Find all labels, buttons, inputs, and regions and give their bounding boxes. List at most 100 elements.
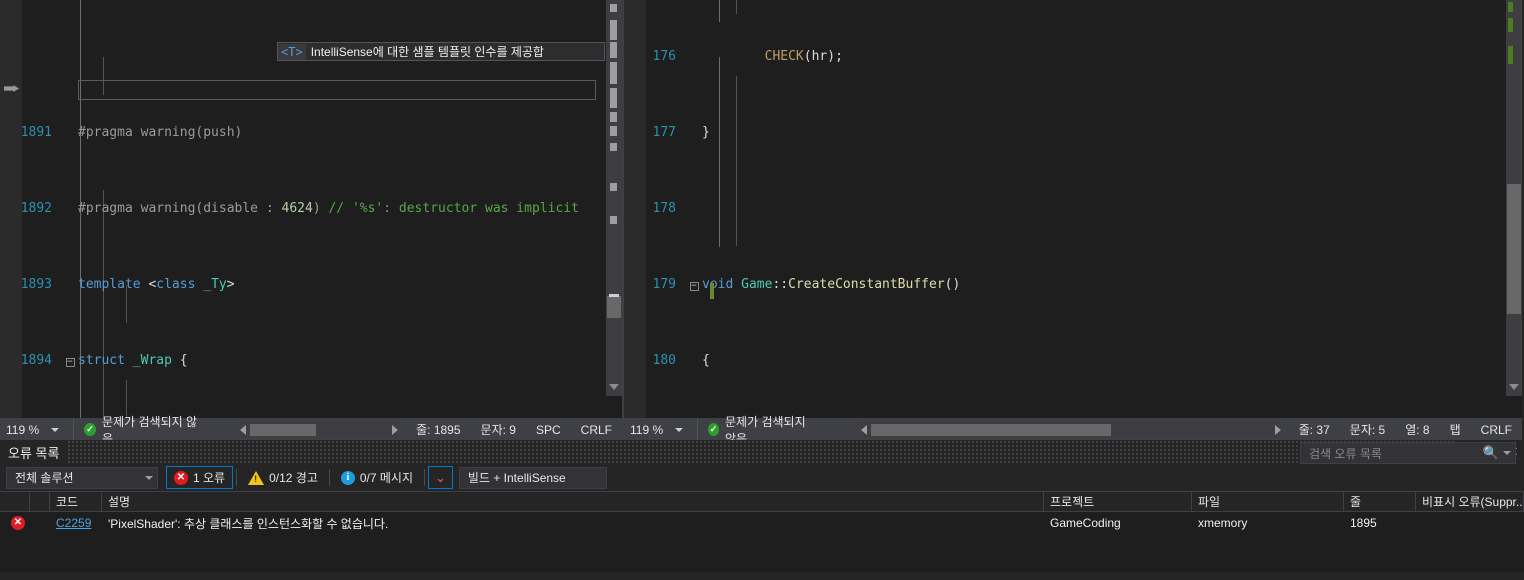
code-line[interactable]: 179 − void Game::CreateConstantBuffer() xyxy=(624,275,1522,294)
editor-pane-right[interactable]: 176 CHECK(hr); 177 } 178 179 − void Game… xyxy=(624,0,1522,440)
info-icon: i xyxy=(340,470,355,485)
line-text: } xyxy=(702,125,710,140)
clear-filter-button[interactable]: ⌄ xyxy=(428,466,453,489)
error-icon: ✕ xyxy=(174,470,188,485)
editor-pane-left[interactable]: 1891 #pragma warning(push) 1892 #pragma … xyxy=(0,0,624,440)
errors-toggle-button[interactable]: ✕ 1 오류 xyxy=(166,466,234,489)
row-line: 1895 xyxy=(1350,516,1377,530)
intellisense-tooltip[interactable]: <T> IntelliSense에 대한 샘플 템플릿 인수를 제공합 xyxy=(277,42,605,61)
col-project[interactable]: 프로젝트 xyxy=(1044,491,1192,512)
scroll-down-arrow-icon[interactable] xyxy=(1509,384,1519,390)
hscroll-thumb[interactable] xyxy=(250,423,317,436)
scrollbar-thumb[interactable] xyxy=(607,296,621,318)
toolbar-separator xyxy=(236,469,238,486)
chevron-down-icon[interactable] xyxy=(1503,451,1511,455)
scroll-left-arrow-icon[interactable] xyxy=(240,424,247,435)
indent-mode-indicator[interactable]: SPC xyxy=(526,423,571,437)
code-line[interactable]: 176 CHECK(hr); xyxy=(624,47,1522,66)
error-list-empty-area xyxy=(0,534,1524,572)
eol-indicator-left[interactable]: CRLF xyxy=(571,423,622,437)
row-severity-icon: ✕ xyxy=(0,512,30,534)
code-surface-right[interactable]: 176 CHECK(hr); 177 } 178 179 − void Game… xyxy=(624,0,1522,418)
col-suppression[interactable]: 비표시 오류(Suppr... xyxy=(1416,491,1524,512)
line-number: 178 xyxy=(652,201,676,216)
vertical-scrollbar-left[interactable] xyxy=(606,0,622,396)
chevron-down-icon[interactable] xyxy=(675,427,684,432)
scrollbar-caret xyxy=(609,294,619,297)
code-line[interactable]: 1893 template <class _Ty> xyxy=(0,275,622,294)
error-search-box[interactable]: 검색 오류 목록 🔍 xyxy=(1300,442,1516,464)
editor-status-bar-left: 119 % ✓ 문제가 검색되지 않음 줄: 1895 문자: 9 SPC CR… xyxy=(0,415,622,440)
scroll-right-arrow-icon[interactable] xyxy=(392,424,399,435)
zoom-level-control-left[interactable]: 119 % xyxy=(0,419,74,440)
horizontal-scrollbar-right[interactable] xyxy=(860,421,1281,438)
fold-glyph[interactable]: − xyxy=(686,275,702,294)
table-row[interactable]: ✕ C2259 'PixelShader': 추상 클래스를 인스턴스화할 수 … xyxy=(0,512,1524,534)
code-line[interactable]: 180 { xyxy=(624,351,1522,370)
col-description[interactable]: 설명 xyxy=(102,491,1044,512)
zoom-level-value: 119 % xyxy=(6,422,40,437)
warning-icon xyxy=(248,470,265,485)
code-line[interactable]: 1894 − struct _Wrap { xyxy=(0,351,622,370)
code-line[interactable]: 1892 #pragma warning(disable : 4624) // … xyxy=(0,199,622,218)
editor-split-container: 1891 #pragma warning(push) 1892 #pragma … xyxy=(0,0,1524,440)
col-line[interactable]: 줄 xyxy=(1344,491,1416,512)
current-line-outline xyxy=(78,80,596,100)
caret-line-indicator: 줄: 1895 xyxy=(416,423,461,437)
line-number: 1891 xyxy=(20,125,52,140)
error-list-header-row: 코드 설명 프로젝트 파일 줄 비표시 오류(Suppr... xyxy=(0,491,1524,512)
scrollbar-thumb[interactable] xyxy=(1507,184,1521,314)
scroll-down-arrow-icon[interactable] xyxy=(609,384,619,390)
row-project: GameCoding xyxy=(1050,516,1121,530)
header-drag-dots[interactable] xyxy=(67,440,1454,464)
error-search-placeholder: 검색 오류 목록 xyxy=(1309,446,1382,461)
scroll-right-arrow-icon[interactable] xyxy=(1274,424,1281,435)
horizontal-scrollbar-left[interactable] xyxy=(240,421,399,438)
intellisense-tooltip-text: IntelliSense에 대한 샘플 템플릿 인수를 제공합 xyxy=(310,45,544,59)
line-number: 180 xyxy=(652,353,676,368)
eol-indicator-right[interactable]: CRLF xyxy=(1471,423,1522,437)
col-severity[interactable] xyxy=(0,491,30,512)
issue-status-text: 문제가 검색되지 않음 xyxy=(102,414,198,441)
errors-toggle-label: 1 오류 xyxy=(193,471,226,485)
scroll-left-arrow-icon[interactable] xyxy=(860,424,867,435)
col-priority[interactable] xyxy=(30,491,50,512)
build-source-dropdown[interactable]: 빌드 + IntelliSense xyxy=(458,466,607,489)
line-number: 1893 xyxy=(20,277,52,292)
hscroll-thumb[interactable] xyxy=(870,423,1111,436)
error-code-link[interactable]: C2259 xyxy=(56,516,91,530)
messages-toggle-label: 0/7 메시지 xyxy=(359,471,414,485)
error-list-body: ✕ C2259 'PixelShader': 추상 클래스를 인스턴스화할 수 … xyxy=(0,512,1524,572)
zoom-level-control-right[interactable]: 119 % xyxy=(624,419,698,440)
row-file: xmemory xyxy=(1198,516,1248,530)
hscroll-track[interactable] xyxy=(870,423,1271,436)
code-line[interactable]: 177 } xyxy=(624,123,1522,142)
row-code-cell[interactable]: C2259 xyxy=(50,512,102,534)
caret-char-indicator: 문자: 9 xyxy=(480,423,516,437)
indent-mode-indicator[interactable]: 탭 xyxy=(1440,421,1471,438)
col-file[interactable]: 파일 xyxy=(1192,491,1344,512)
warnings-toggle-label: 0/12 경고 xyxy=(269,471,318,485)
messages-toggle-button[interactable]: i 0/7 메시지 xyxy=(333,466,421,489)
row-suppression xyxy=(1416,512,1524,534)
toolbar-separator xyxy=(424,469,426,486)
vertical-scrollbar-right[interactable] xyxy=(1506,0,1522,396)
code-surface-left[interactable]: 1891 #pragma warning(push) 1892 #pragma … xyxy=(0,0,622,418)
hscroll-track[interactable] xyxy=(250,423,389,436)
code-line[interactable]: 1891 #pragma warning(push) xyxy=(0,123,622,142)
col-code[interactable]: 코드 xyxy=(50,491,102,512)
code-line[interactable]: 178 xyxy=(624,199,1522,218)
line-text: CHECK(hr); xyxy=(764,49,843,64)
search-icon[interactable]: 🔍 xyxy=(1483,445,1499,461)
no-issues-icon: ✓ xyxy=(84,423,97,436)
warnings-toggle-button[interactable]: 0/12 경고 xyxy=(240,466,326,489)
line-text: #pragma warning(push) xyxy=(78,125,243,140)
caret-line-indicator: 줄: 37 xyxy=(1298,423,1330,437)
chevron-down-icon[interactable] xyxy=(51,427,60,432)
template-arg-tag: <T> xyxy=(278,43,306,60)
issue-status-text: 문제가 검색되지 않음 xyxy=(725,414,806,441)
chevron-down-icon xyxy=(145,475,153,480)
line-text: struct _Wrap { xyxy=(78,353,188,368)
fold-glyph[interactable]: − xyxy=(62,351,78,370)
scope-filter-dropdown[interactable]: 전체 솔루션 xyxy=(6,466,158,489)
